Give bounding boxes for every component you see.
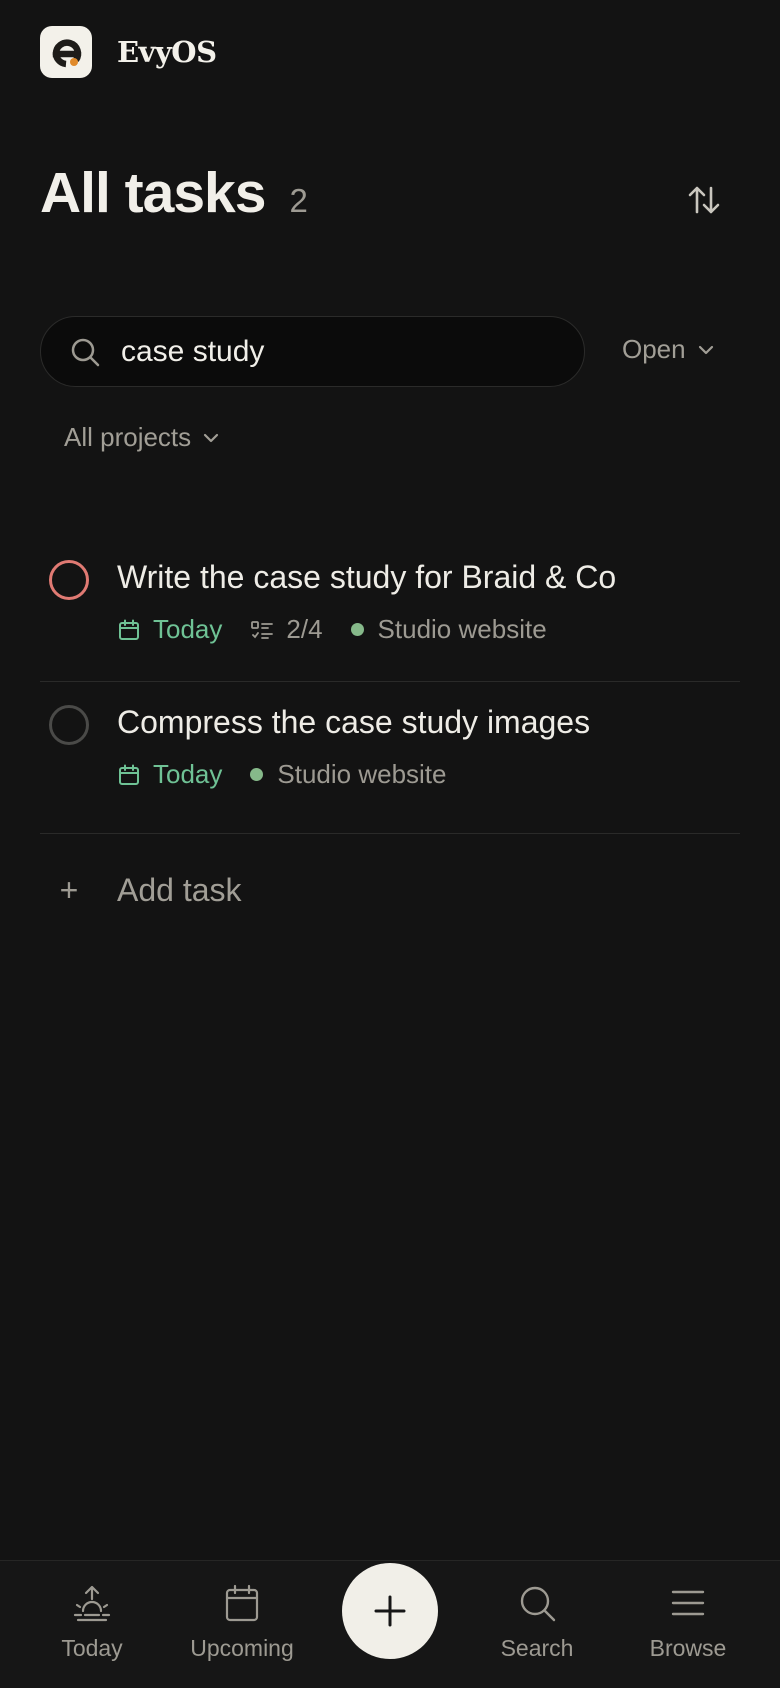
- chevron-down-icon: [204, 433, 219, 442]
- task-meta: Today 2/4 Studio website: [117, 614, 547, 645]
- task-checkbox[interactable]: [49, 705, 89, 745]
- page-header: All tasks 2: [40, 160, 308, 226]
- project-label: Studio website: [377, 614, 547, 644]
- subtask-progress: 2/4: [250, 614, 323, 645]
- plus-icon: [374, 1595, 406, 1627]
- due-date: Today: [117, 759, 222, 790]
- status-filter-label: Open: [622, 334, 686, 364]
- due-date-label: Today: [153, 759, 223, 789]
- project-color-dot: [350, 623, 364, 636]
- checklist-icon: [251, 620, 274, 639]
- project-filter-dropdown[interactable]: All projects: [64, 422, 221, 453]
- add-task-button[interactable]: + Add task: [40, 860, 242, 920]
- subtask-count: 2/4: [286, 614, 323, 644]
- brand-name: EvyOS: [117, 35, 217, 69]
- menu-icon: [671, 1590, 705, 1616]
- nav-label: Today: [61, 1635, 123, 1661]
- calendar-icon: [225, 1584, 259, 1622]
- app-header: EvyOS: [40, 26, 217, 78]
- project-label: Studio website: [277, 759, 447, 789]
- task-list: Write the case study for Braid & Co Toda…: [40, 530, 740, 834]
- search-input[interactable]: [121, 334, 541, 369]
- due-date: Today: [117, 614, 222, 645]
- task-row[interactable]: Compress the case study images Today Stu…: [40, 682, 740, 834]
- chevron-down-icon: [698, 345, 713, 354]
- sort-icon: [688, 186, 720, 214]
- task-title: Compress the case study images: [117, 704, 591, 740]
- nav-item-upcoming[interactable]: Upcoming: [177, 1583, 307, 1662]
- task-checkbox[interactable]: [49, 560, 89, 600]
- task-title: Write the case study for Braid & Co: [117, 559, 617, 595]
- logo-icon: [52, 39, 82, 68]
- app-logo[interactable]: [40, 26, 92, 78]
- nav-item-search[interactable]: Search: [472, 1583, 602, 1662]
- task-meta: Today Studio website: [117, 759, 447, 790]
- project-color-dot: [250, 768, 264, 781]
- task-project: Studio website: [350, 614, 547, 645]
- task-count: 2: [289, 182, 308, 219]
- nav-item-browse[interactable]: Browse: [623, 1583, 753, 1662]
- task-row[interactable]: Write the case study for Braid & Co Toda…: [40, 530, 740, 682]
- nav-item-today[interactable]: Today: [27, 1583, 157, 1662]
- status-filter-dropdown[interactable]: Open: [622, 334, 716, 365]
- project-filter-label: All projects: [64, 422, 192, 452]
- search-icon: [520, 1586, 556, 1622]
- calendar-icon: [119, 619, 139, 640]
- nav-label: Search: [500, 1635, 574, 1661]
- task-project: Studio website: [250, 759, 447, 790]
- plus-icon: +: [59, 871, 79, 908]
- nav-label: Upcoming: [190, 1635, 294, 1661]
- nav-label: Browse: [649, 1635, 727, 1661]
- search-field[interactable]: [40, 316, 585, 387]
- calendar-icon: [119, 764, 139, 785]
- search-icon: [71, 338, 100, 366]
- page-title: All tasks: [40, 161, 266, 225]
- sunrise-icon: [73, 1585, 111, 1622]
- due-date-label: Today: [153, 614, 223, 644]
- add-task-label: Add task: [117, 871, 242, 908]
- sort-button[interactable]: [682, 178, 726, 222]
- add-fab-button[interactable]: [342, 1563, 438, 1659]
